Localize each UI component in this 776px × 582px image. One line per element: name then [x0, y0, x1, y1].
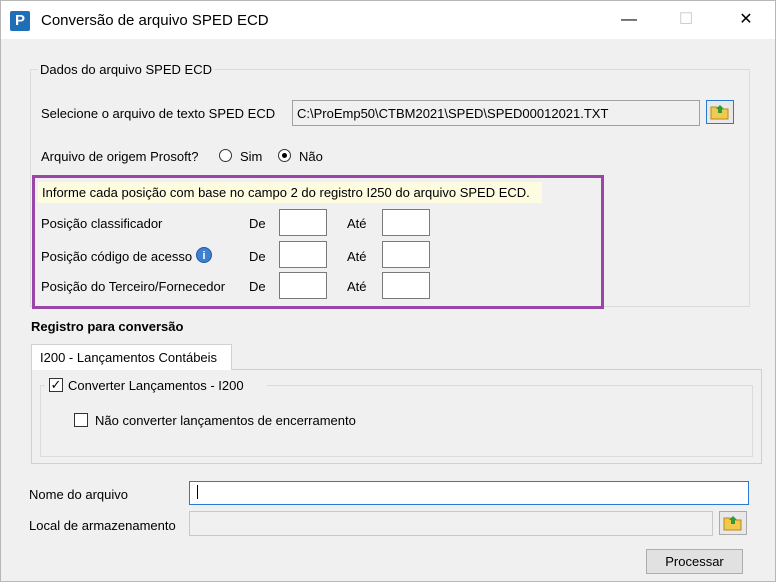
origem-nao-label: Não — [299, 149, 323, 164]
nao-converter-label: Não converter lançamentos de encerrament… — [95, 413, 356, 428]
text-caret — [197, 485, 198, 499]
dialog-window: P Conversão de arquivo SPED ECD — ☐ ✕ Da… — [0, 0, 776, 582]
browse-folder-button[interactable] — [719, 511, 747, 535]
origem-nao-radio[interactable] — [278, 149, 291, 162]
origem-sim-label: Sim — [240, 149, 263, 164]
tab-i200-label: I200 - Lançamentos Contábeis — [40, 350, 218, 365]
converter-checkbox[interactable]: ✓ — [49, 378, 63, 392]
folder-open-icon — [710, 105, 729, 120]
nome-arquivo-input[interactable] — [189, 481, 749, 505]
origem-label: Arquivo de origem Prosoft? — [41, 149, 199, 164]
folder-open-icon — [723, 516, 742, 531]
highlight-box — [32, 175, 604, 309]
maximize-button: ☐ — [678, 11, 694, 28]
nao-converter-checkbox[interactable] — [74, 413, 88, 427]
minimize-button[interactable]: — — [606, 1, 652, 39]
app-logo-icon: P — [10, 11, 30, 31]
nome-arquivo-label: Nome do arquivo — [29, 487, 128, 502]
file-path-field[interactable]: C:\ProEmp50\CTBM2021\SPED\SPED00012021.T… — [292, 100, 700, 126]
dados-legend: Dados do arquivo SPED ECD — [38, 62, 214, 77]
processar-button[interactable]: Processar — [646, 549, 743, 574]
title-bar: P Conversão de arquivo SPED ECD — ☐ ✕ — [1, 1, 775, 39]
registro-heading: Registro para conversão — [31, 319, 184, 334]
converter-label: Converter Lançamentos - I200 — [68, 378, 244, 393]
window-title: Conversão de arquivo SPED ECD — [41, 12, 269, 29]
select-file-label: Selecione o arquivo de texto SPED ECD — [41, 106, 276, 121]
origem-sim-radio[interactable] — [219, 149, 232, 162]
browse-file-button[interactable] — [706, 100, 734, 124]
local-armazenamento-input[interactable] — [189, 511, 713, 536]
tab-i200[interactable]: I200 - Lançamentos Contábeis — [31, 344, 232, 370]
file-path-value: C:\ProEmp50\CTBM2021\SPED\SPED00012021.T… — [297, 106, 609, 121]
local-armazenamento-label: Local de armazenamento — [29, 518, 176, 533]
close-button[interactable]: ✕ — [723, 1, 769, 39]
